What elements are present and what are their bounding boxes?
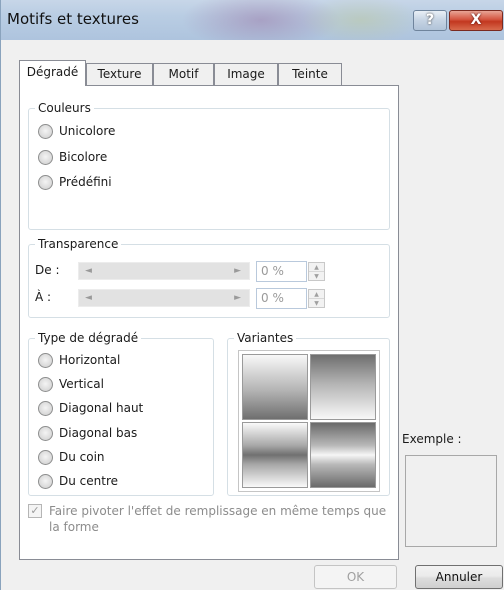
radio-circle[interactable]	[38, 175, 53, 190]
type-degrade-group: Type de dégradé	[28, 331, 214, 496]
variant-1[interactable]	[242, 354, 308, 420]
spin-up-icon[interactable]: ▲	[309, 263, 324, 272]
variantes-label: Variantes	[234, 331, 297, 345]
spin-down-icon[interactable]: ▼	[309, 299, 324, 308]
radio-circle[interactable]	[38, 450, 53, 465]
variant-4[interactable]	[310, 422, 376, 488]
transparence-label: Transparence	[35, 237, 122, 251]
slider-right-arrow-icon[interactable]: ►	[234, 293, 241, 303]
radio-predefini-label: Prédéfini	[59, 175, 112, 189]
variants-grid	[238, 350, 380, 492]
variant-3[interactable]	[242, 422, 308, 488]
dialog-window: Motifs et textures ? X Dégradé Texture M…	[0, 0, 504, 590]
panel-content: Couleurs Unicolore Bicolore Prédéfini Tr…	[1, 0, 504, 590]
radio-horizontal-label: Horizontal	[59, 353, 121, 367]
de-label: De :	[35, 263, 60, 277]
radio-diagonal-bas-label: Diagonal bas	[59, 426, 138, 440]
slider-left-arrow-icon[interactable]: ◄	[85, 293, 92, 303]
couleurs-label: Couleurs	[35, 101, 94, 115]
radio-diagonal-haut-label: Diagonal haut	[59, 401, 144, 415]
a-label: À :	[35, 290, 52, 304]
spin-up-icon[interactable]: ▲	[309, 290, 324, 299]
radio-bicolore-label: Bicolore	[59, 150, 108, 164]
radio-du-coin-label: Du coin	[59, 450, 105, 464]
spin-down-icon[interactable]: ▼	[309, 272, 324, 281]
radio-circle[interactable]	[38, 124, 53, 139]
de-percent-input[interactable]: 0 %	[256, 261, 307, 282]
a-percent-input[interactable]: 0 %	[256, 288, 307, 309]
a-slider[interactable]: ◄ ►	[78, 289, 250, 307]
a-spinner[interactable]: ▲ ▼	[308, 289, 325, 308]
slider-right-arrow-icon[interactable]: ►	[234, 266, 241, 276]
radio-circle[interactable]	[38, 401, 53, 416]
radio-circle[interactable]	[38, 377, 53, 392]
rotate-checkbox[interactable]: ✓	[28, 504, 42, 518]
variant-2[interactable]	[310, 354, 376, 420]
radio-circle[interactable]	[38, 353, 53, 368]
radio-circle[interactable]	[38, 150, 53, 165]
rotate-checkbox-label: Faire pivoter l'effet de remplissage en …	[49, 504, 387, 534]
radio-circle[interactable]	[38, 474, 53, 489]
radio-du-centre-label: Du centre	[59, 474, 119, 488]
radio-unicolore-label: Unicolore	[59, 124, 116, 138]
de-spinner[interactable]: ▲ ▼	[308, 262, 325, 281]
slider-left-arrow-icon[interactable]: ◄	[85, 266, 92, 276]
radio-circle[interactable]	[38, 426, 53, 441]
radio-vertical-label: Vertical	[59, 377, 104, 391]
type-degrade-label: Type de dégradé	[35, 331, 142, 345]
check-icon: ✓	[30, 504, 40, 517]
de-slider[interactable]: ◄ ►	[78, 262, 250, 280]
